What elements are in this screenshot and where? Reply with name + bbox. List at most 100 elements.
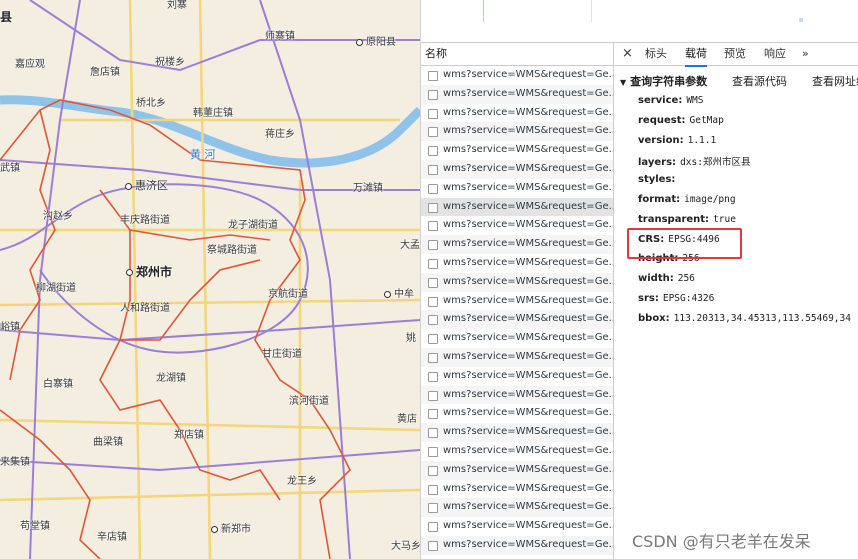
request-row[interactable]: wms?service=WMS&request=Ge... bbox=[421, 122, 613, 142]
map-label-quliang: 曲梁镇 bbox=[93, 437, 123, 448]
tab-payload[interactable]: 载荷 bbox=[685, 43, 707, 67]
map-label-jiangzhuang: 蒋庄乡 bbox=[265, 129, 295, 140]
map-label-zhongmu: 中牟 bbox=[384, 285, 414, 300]
request-row[interactable]: wms?service=WMS&request=Ge... bbox=[421, 159, 613, 179]
query-param-row: service: WMS bbox=[638, 95, 704, 106]
request-row[interactable]: wms?service=WMS&request=Ge... bbox=[421, 254, 613, 273]
query-param-row: width: 256 bbox=[638, 273, 695, 284]
section-title: 查询字符串参数 bbox=[630, 75, 708, 88]
column-header-name[interactable]: 名称 bbox=[421, 43, 613, 66]
map-label-text: 新郑市 bbox=[221, 524, 251, 535]
close-icon[interactable]: × bbox=[622, 43, 633, 65]
query-param-row: styles: bbox=[638, 174, 679, 185]
tab-headers[interactable]: 标头 bbox=[645, 43, 667, 65]
map-label-dama: 大马乡 bbox=[391, 541, 420, 552]
map-label-zhulou: 祝楼乡 bbox=[155, 57, 185, 68]
map-label-huangdian: 黄店 bbox=[397, 414, 417, 425]
map-label-huanghe: 黄 河 bbox=[190, 148, 216, 161]
request-type-icon bbox=[428, 89, 438, 100]
query-param-row: transparent: true bbox=[638, 214, 736, 225]
map-label-xinzheng: 新郑市 bbox=[211, 520, 251, 535]
request-row[interactable]: wms?service=WMS&request=Ge... bbox=[421, 235, 613, 254]
request-row[interactable]: wms?service=WMS&request=Ge... bbox=[421, 141, 613, 160]
view-url-encoded-link[interactable]: 查看网址编 bbox=[812, 73, 858, 89]
request-row[interactable]: wms?service=WMS&request=Ge... bbox=[421, 310, 613, 330]
request-row[interactable]: wms?service=WMS&request=Ge... bbox=[421, 423, 613, 442]
map-label-longwang: 龙王乡 bbox=[287, 476, 317, 487]
map-label-liuzhai: 刘寨 bbox=[167, 0, 187, 11]
request-type-icon bbox=[428, 315, 438, 326]
map-label-zhenghan: 郑店镇 bbox=[174, 430, 204, 441]
request-name: wms?service=WMS&request=Ge... bbox=[443, 388, 613, 400]
request-row[interactable]: wms?service=WMS&request=Ge... bbox=[421, 66, 613, 85]
map-label-dameng: 大孟 bbox=[400, 240, 420, 251]
timeline-marker bbox=[799, 18, 803, 22]
request-name: wms?service=WMS&request=Ge... bbox=[443, 181, 613, 193]
details-tabs: × 标头 载荷 预览 响应 » bbox=[614, 43, 858, 67]
map-label-longzihu: 龙子湖街道 bbox=[228, 220, 278, 231]
map-label-shizhai: 师寨镇 bbox=[265, 31, 295, 42]
map-label-yuanyang: 原阳县 bbox=[356, 33, 396, 48]
request-type-icon bbox=[428, 202, 438, 213]
request-row[interactable]: wms?service=WMS&request=Ge... bbox=[421, 179, 613, 198]
param-value: GetMap bbox=[689, 114, 724, 126]
request-row[interactable]: wms?service=WMS&request=Ge... bbox=[421, 460, 613, 480]
request-name: wms?service=WMS&request=Ge... bbox=[443, 200, 613, 212]
query-param-row: format: image/png bbox=[638, 194, 736, 205]
map-label-text: 中牟 bbox=[394, 289, 414, 300]
request-type-icon bbox=[428, 390, 438, 401]
request-type-icon bbox=[428, 428, 438, 439]
request-type-icon bbox=[428, 240, 438, 251]
request-row[interactable]: wms?service=WMS&request=Ge... bbox=[421, 347, 613, 367]
request-name: wms?service=WMS&request=Ge... bbox=[443, 87, 613, 99]
request-row[interactable]: wms?service=WMS&request=Ge... bbox=[421, 329, 613, 348]
param-key: layers: bbox=[638, 157, 677, 169]
view-source-link[interactable]: 查看源代码 bbox=[732, 73, 787, 89]
city-dot-icon bbox=[356, 38, 363, 46]
network-timeline-overview[interactable] bbox=[421, 0, 858, 43]
district-dot-icon bbox=[125, 182, 132, 190]
request-type-icon bbox=[428, 522, 438, 533]
request-row[interactable]: wms?service=WMS&request=Ge... bbox=[421, 272, 613, 292]
map-panel[interactable]: 刘寨 县 师寨镇 原阳县 嘉应观 祝楼乡 詹店镇 桥北乡 韩董庄镇 蒋庄乡 武镇… bbox=[0, 0, 420, 559]
triangle-down-icon: ▼ bbox=[620, 78, 627, 87]
crs-highlight-box bbox=[627, 228, 742, 259]
request-row[interactable]: wms?service=WMS&request=Ge... bbox=[421, 104, 613, 123]
request-row[interactable]: wms?service=WMS&request=Ge... bbox=[421, 197, 613, 217]
request-name: wms?service=WMS&request=Ge... bbox=[443, 369, 613, 381]
map-label-longhu: 龙湖镇 bbox=[156, 373, 186, 384]
request-row[interactable]: wms?service=WMS&request=Ge... bbox=[421, 216, 613, 235]
request-row[interactable]: wms?service=WMS&request=Ge... bbox=[421, 404, 613, 423]
request-row[interactable]: wms?service=WMS&request=Ge... bbox=[421, 292, 613, 311]
request-type-icon bbox=[428, 371, 438, 382]
param-value: dxs:郑州市区县 bbox=[680, 157, 751, 169]
request-row[interactable]: wms?service=WMS&request=Ge... bbox=[421, 517, 613, 536]
request-row[interactable]: wms?service=WMS&request=Ge... bbox=[421, 480, 613, 499]
tab-preview[interactable]: 预览 bbox=[724, 43, 746, 65]
param-key: width: bbox=[638, 273, 674, 285]
query-string-section-toggle[interactable]: ▼ 查询字符串参数 bbox=[620, 73, 707, 89]
query-param-row: srs: EPSG:4326 bbox=[638, 293, 714, 304]
request-row[interactable]: wms?service=WMS&request=Ge... bbox=[421, 535, 613, 555]
request-name: wms?service=WMS&request=Ge... bbox=[443, 313, 613, 325]
request-type-icon bbox=[428, 540, 438, 551]
map-label-laiji: 来集镇 bbox=[0, 457, 30, 468]
request-type-icon bbox=[428, 221, 438, 232]
request-row[interactable]: wms?service=WMS&request=Ge... bbox=[421, 385, 613, 405]
request-row[interactable]: wms?service=WMS&request=Ge... bbox=[421, 498, 613, 518]
map-label-hanzhuang: 韩董庄镇 bbox=[193, 108, 233, 119]
county-dot-icon bbox=[384, 290, 391, 298]
request-row[interactable]: wms?service=WMS&request=Ge... bbox=[421, 442, 613, 461]
more-tabs-icon[interactable]: » bbox=[802, 43, 809, 65]
request-name: wms?service=WMS&request=Ge... bbox=[443, 482, 613, 494]
request-name: wms?service=WMS&request=Ge... bbox=[443, 256, 613, 268]
tab-response[interactable]: 响应 bbox=[764, 43, 786, 65]
request-name: wms?service=WMS&request=Ge... bbox=[443, 69, 613, 80]
request-row[interactable]: wms?service=WMS&request=Ge... bbox=[421, 367, 613, 386]
request-list[interactable]: 名称 wms?service=WMS&request=Ge... wms?serv… bbox=[421, 43, 614, 559]
map-label-zhengzhou: 郑州市 bbox=[126, 263, 172, 280]
request-type-icon bbox=[428, 183, 438, 194]
request-name: wms?service=WMS&request=Ge... bbox=[443, 463, 613, 475]
map-label-jinghang: 京航街道 bbox=[268, 289, 308, 300]
request-row[interactable]: wms?service=WMS&request=Ge... bbox=[421, 84, 613, 104]
